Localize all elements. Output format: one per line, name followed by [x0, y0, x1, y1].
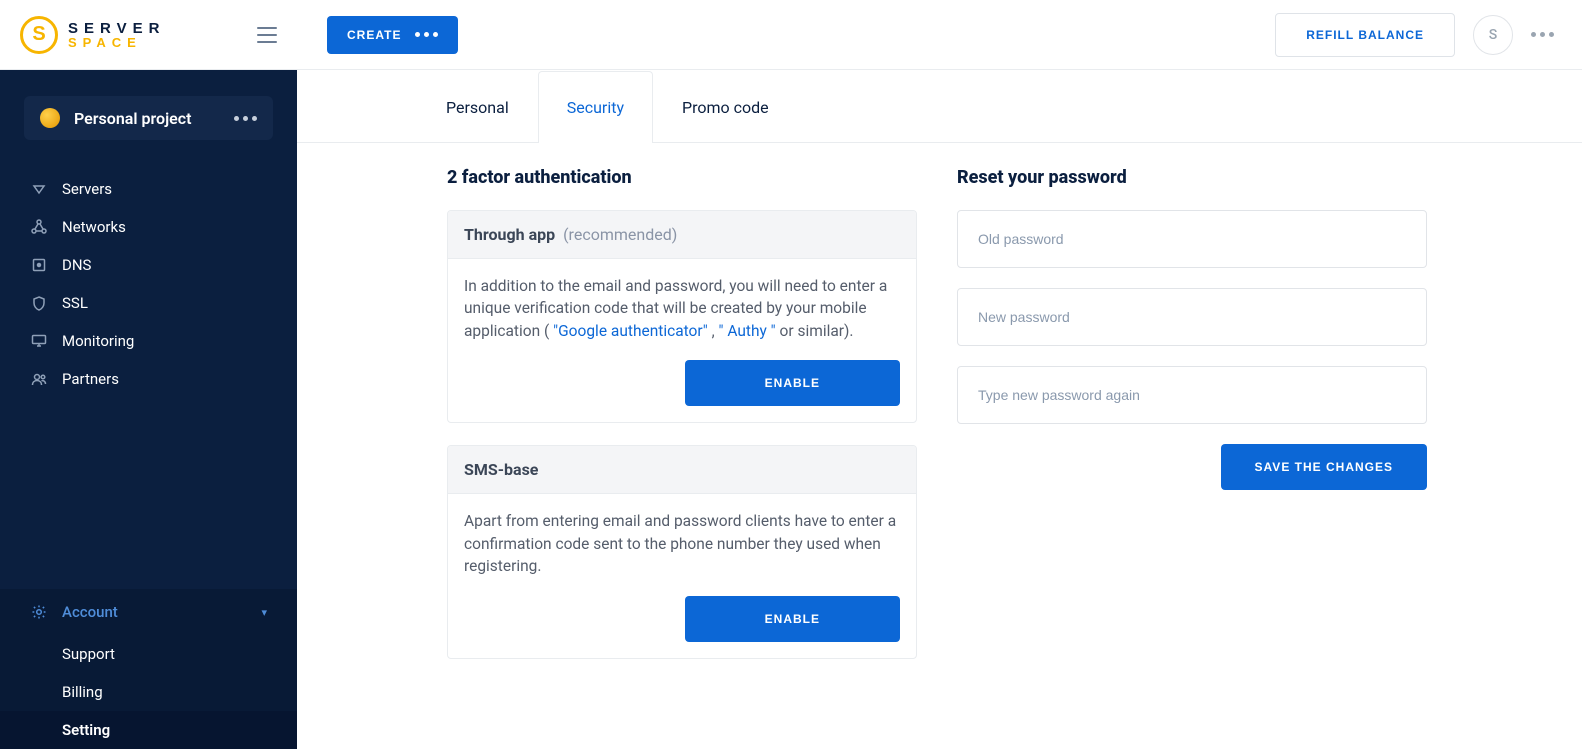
topbar: S SERVER SPACE CREATE REFILL BALANCE S: [0, 0, 1582, 70]
nav: Servers Networks DNS SSL: [0, 164, 297, 404]
twofa-sms-title: SMS-base: [464, 460, 538, 479]
twofa-app-desc: In addition to the email and password, y…: [448, 259, 916, 360]
triangle-down-icon: [30, 182, 48, 196]
logo-text: SERVER SPACE: [68, 21, 165, 49]
create-label: CREATE: [347, 28, 401, 42]
confirm-password-input[interactable]: [957, 366, 1427, 424]
topbar-right: REFILL BALANCE S: [1275, 13, 1582, 57]
sidebar-item-ssl[interactable]: SSL: [0, 284, 297, 322]
refill-balance-button[interactable]: REFILL BALANCE: [1275, 13, 1455, 57]
logo-bottom: SPACE: [68, 36, 165, 49]
twofa-app-title: Through app: [464, 225, 555, 244]
sidebar-subitem-billing[interactable]: Billing: [0, 673, 297, 711]
twofa-sms-enable-button[interactable]: ENABLE: [685, 596, 900, 642]
sidebar-subitem-setting[interactable]: Setting: [0, 711, 297, 749]
twofa-app-sep: ,: [712, 322, 719, 340]
shield-icon: [30, 296, 48, 311]
topbar-more-icon[interactable]: [1531, 32, 1554, 37]
twofa-sms-head: SMS-base: [448, 446, 916, 494]
twofa-title: 2 factor authentication: [447, 167, 917, 188]
monitor-icon: [30, 334, 48, 348]
tab-security[interactable]: Security: [538, 71, 653, 143]
sidebar-item-servers[interactable]: Servers: [0, 170, 297, 208]
twofa-sms-card: SMS-base Apart from entering email and p…: [447, 445, 917, 658]
twofa-app-enable-button[interactable]: ENABLE: [685, 360, 900, 406]
account-label: Account: [62, 603, 247, 621]
authy-link[interactable]: " Authy ": [719, 322, 776, 340]
topbar-left: S SERVER SPACE: [0, 16, 297, 54]
twofa-app-head: Through app (recommended): [448, 211, 916, 259]
twofa-column: 2 factor authentication Through app (rec…: [447, 167, 917, 681]
project-selector[interactable]: Personal project: [24, 96, 273, 140]
chevron-down-icon: ▾: [261, 606, 267, 619]
square-dot-icon: [30, 258, 48, 272]
logo[interactable]: S SERVER SPACE: [20, 16, 165, 54]
sidebar-item-networks[interactable]: Networks: [0, 208, 297, 246]
sidebar-item-monitoring[interactable]: Monitoring: [0, 322, 297, 360]
gear-icon: [30, 604, 48, 620]
password-column: Reset your password SAVE THE CHANGES: [957, 167, 1427, 681]
create-button[interactable]: CREATE: [327, 16, 458, 54]
more-icon: [415, 32, 438, 37]
topbar-main: CREATE: [297, 16, 1275, 54]
users-icon: [30, 372, 48, 386]
twofa-app-card: Through app (recommended) In addition to…: [447, 210, 917, 423]
twofa-sms-desc: Apart from entering email and password c…: [448, 494, 916, 595]
sidebar: Personal project Servers Networks DN: [0, 70, 297, 749]
twofa-app-hint: (recommended): [559, 225, 677, 244]
project-icon: [40, 108, 60, 128]
sidebar-item-label: Monitoring: [62, 332, 134, 350]
tabs: Personal Security Promo code: [297, 70, 1582, 143]
menu-toggle-icon[interactable]: [257, 27, 277, 43]
sidebar-item-partners[interactable]: Partners: [0, 360, 297, 398]
google-authenticator-link[interactable]: "Google authenticator": [553, 322, 708, 340]
sidebar-item-dns[interactable]: DNS: [0, 246, 297, 284]
sidebar-subitem-support[interactable]: Support: [0, 635, 297, 673]
twofa-app-desc-post: or similar).: [780, 322, 854, 340]
password-title: Reset your password: [957, 167, 1427, 188]
nodes-icon: [30, 219, 48, 235]
tab-promo-code[interactable]: Promo code: [653, 71, 798, 143]
sidebar-item-label: Servers: [62, 180, 112, 198]
account-section: Account ▾ Support Billing Setting: [0, 589, 297, 749]
avatar[interactable]: S: [1473, 15, 1513, 55]
project-more-icon[interactable]: [234, 116, 257, 121]
new-password-input[interactable]: [957, 288, 1427, 346]
logo-mark-icon: S: [20, 16, 58, 54]
tab-personal[interactable]: Personal: [417, 71, 538, 143]
old-password-input[interactable]: [957, 210, 1427, 268]
sidebar-item-label: DNS: [62, 256, 91, 274]
content: Personal Security Promo code 2 factor au…: [297, 70, 1582, 749]
sidebar-item-label: Partners: [62, 370, 119, 388]
project-name: Personal project: [74, 109, 220, 128]
sidebar-item-label: SSL: [62, 294, 88, 312]
sidebar-item-account[interactable]: Account ▾: [0, 589, 297, 635]
logo-top: SERVER: [68, 21, 165, 36]
save-changes-button[interactable]: SAVE THE CHANGES: [1221, 444, 1427, 490]
sidebar-item-label: Networks: [62, 218, 126, 236]
